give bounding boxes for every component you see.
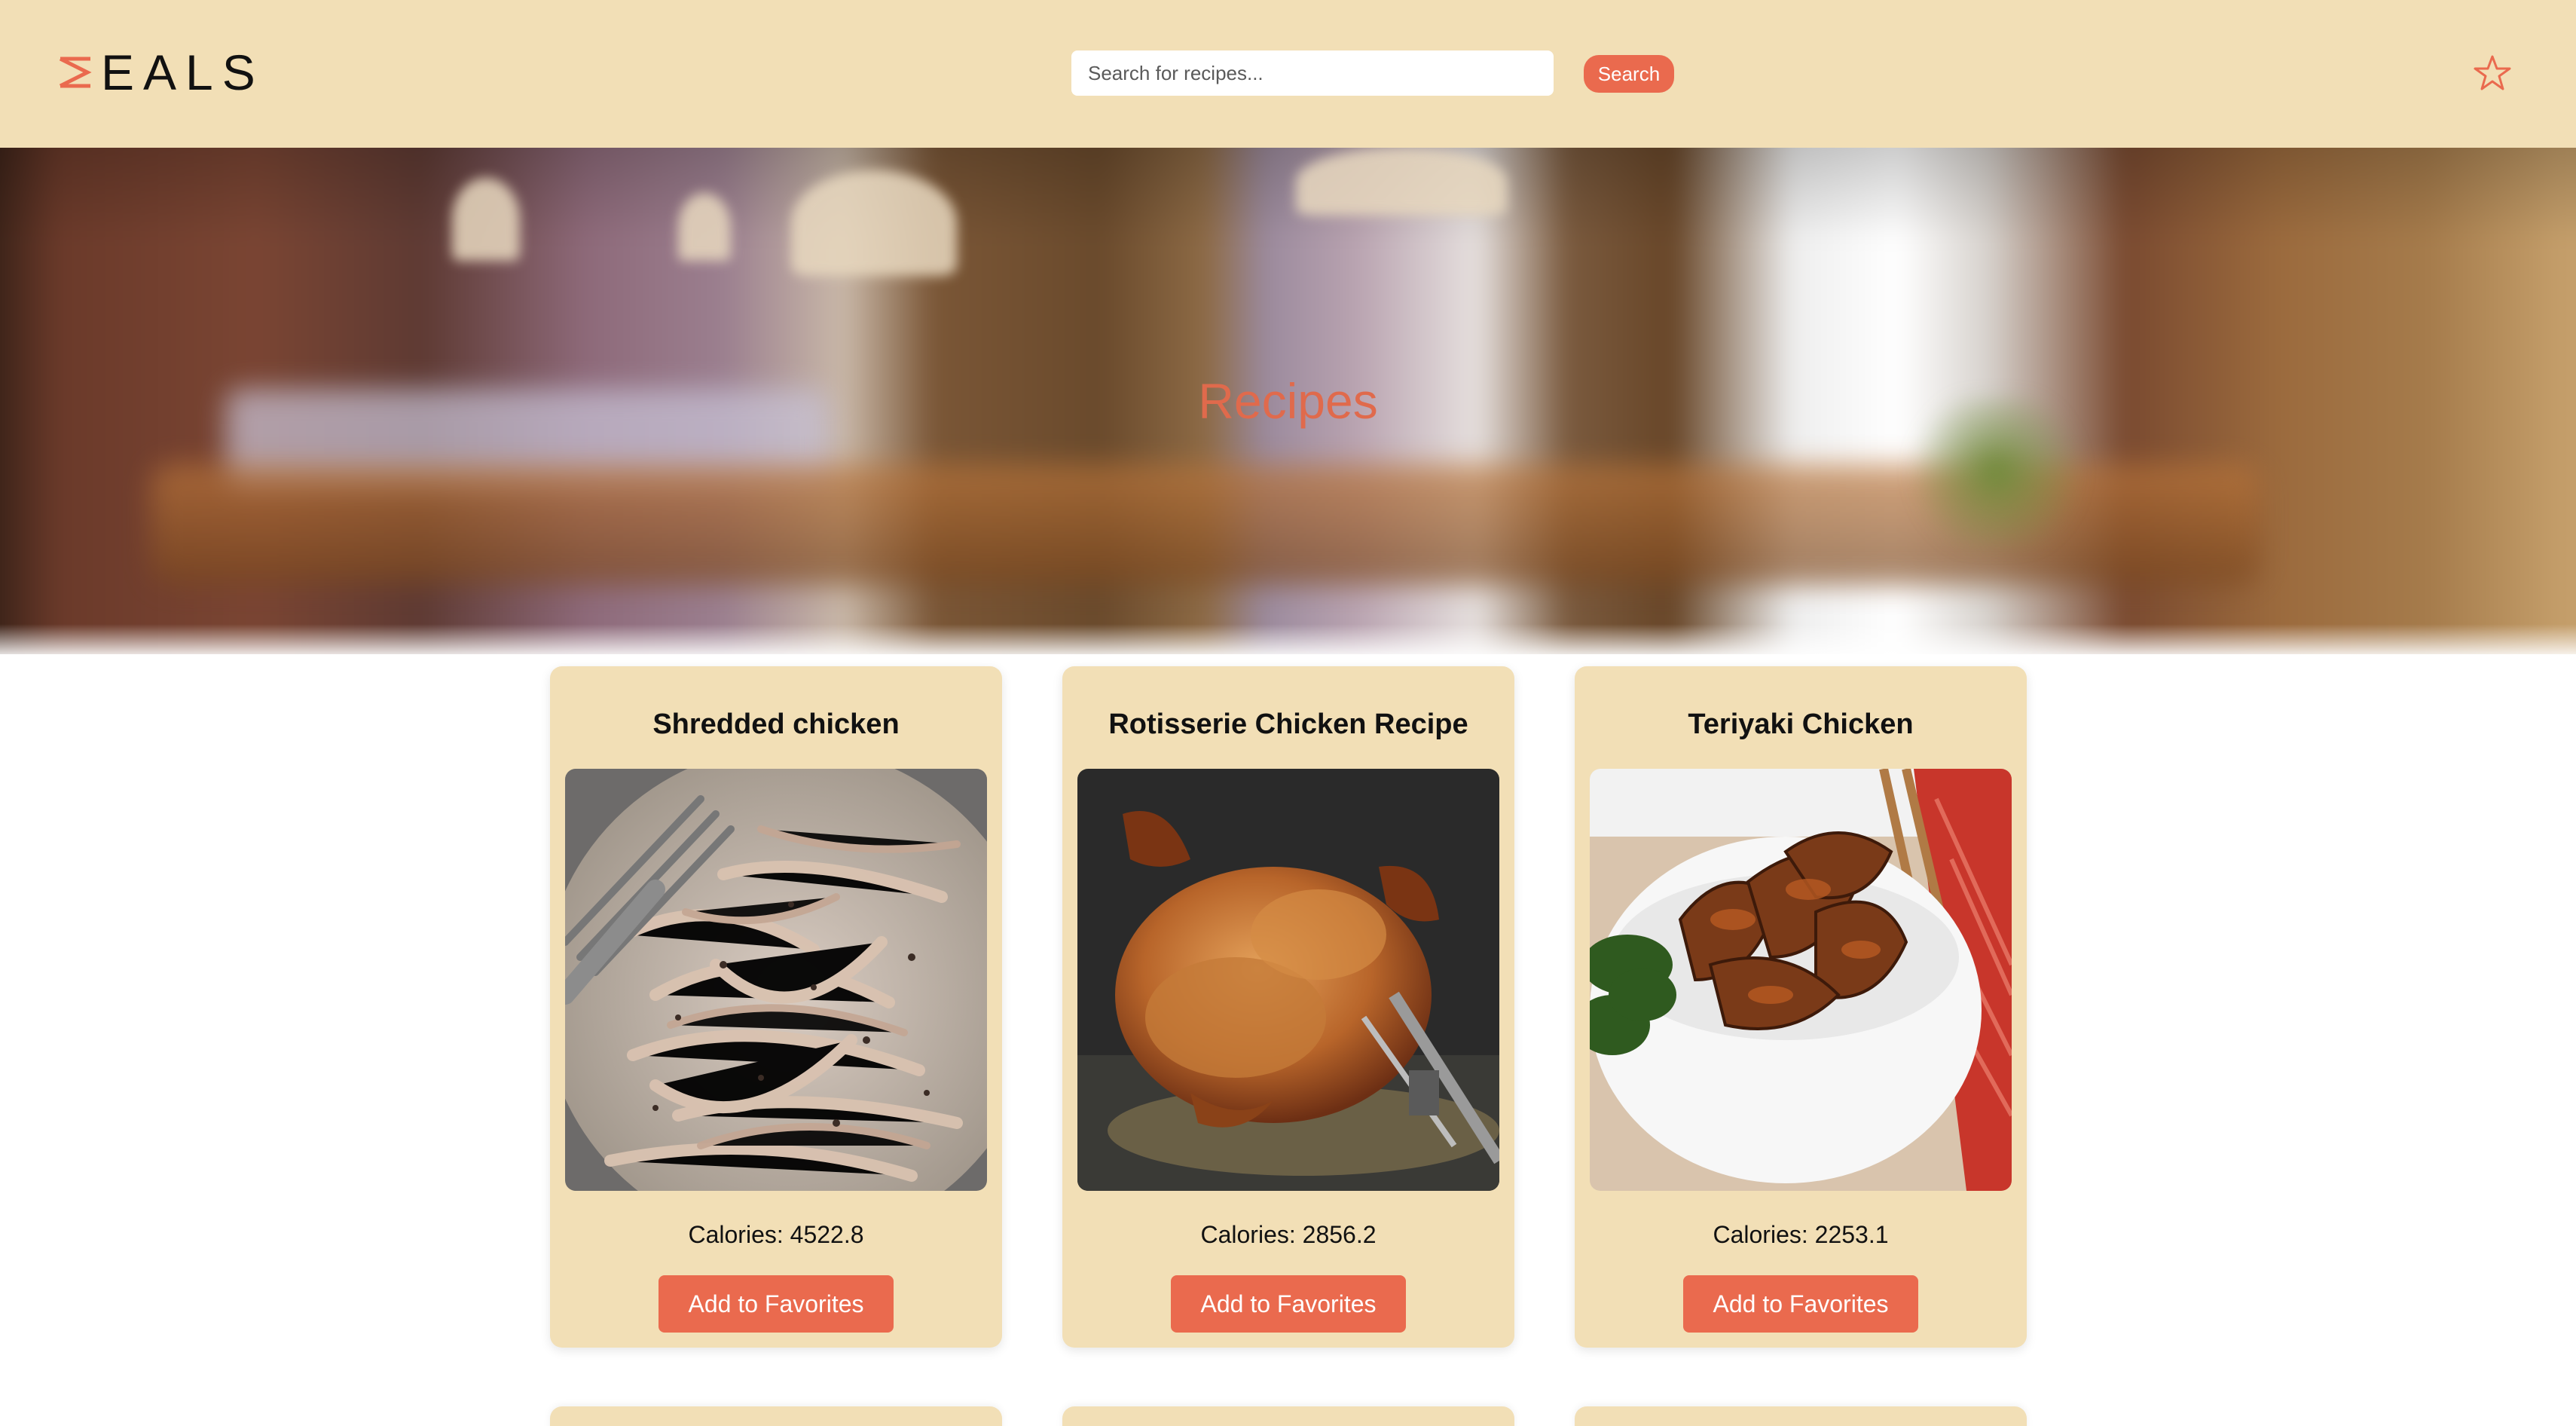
hero-lamp-decor [678,193,731,261]
recipe-title: Shredded chicken [652,708,900,740]
recipe-calories: Calories: 2856.2 [1200,1221,1377,1248]
logo-text: EALS [101,44,264,100]
hero-lamp-decor [1296,148,1507,216]
teriyaki-chicken-photo [1590,769,2012,1191]
recipes-page: EALS Search Recipes Shredded chicken [0,0,2576,1426]
search-button[interactable]: Search [1584,55,1674,93]
shredded-chicken-photo [565,769,987,1191]
top-header: EALS Search [0,0,2576,148]
recipe-card: Shredded chicken Calories: 4522.8 Add to… [550,666,1002,1348]
hero-lamp-decor [452,178,520,261]
recipe-card: Teriyaki Chicken Calories: 2253.1 Add to… [1575,666,2027,1348]
add-to-favorites-button[interactable]: Add to Favorites [1683,1275,1918,1333]
recipe-card-partial [1575,1406,2027,1426]
add-to-favorites-button[interactable]: Add to Favorites [1171,1275,1406,1333]
logo-m-icon [59,57,92,88]
add-to-favorites-button[interactable]: Add to Favorites [659,1275,894,1333]
hero-lamp-decor [791,170,957,276]
page-title: Recipes [1198,373,1378,429]
hero-fade [0,624,2576,654]
recipe-calories: Calories: 4522.8 [688,1221,864,1248]
recipe-calories: Calories: 2253.1 [1713,1221,1889,1248]
recipe-card-partial [1062,1406,1514,1426]
logo[interactable]: EALS [57,44,264,100]
recipe-title: Teriyaki Chicken [1688,708,1914,740]
hero-banner: Recipes [0,148,2576,654]
search-input[interactable] [1071,50,1554,96]
recipe-title: Rotisserie Chicken Recipe [1108,708,1468,740]
rotisserie-chicken-photo [1077,769,1499,1191]
star-outline-icon[interactable] [2471,53,2513,95]
recipe-card: Rotisserie Chicken Recipe Calories: 2856… [1062,666,1514,1348]
recipe-card-partial [550,1406,1002,1426]
